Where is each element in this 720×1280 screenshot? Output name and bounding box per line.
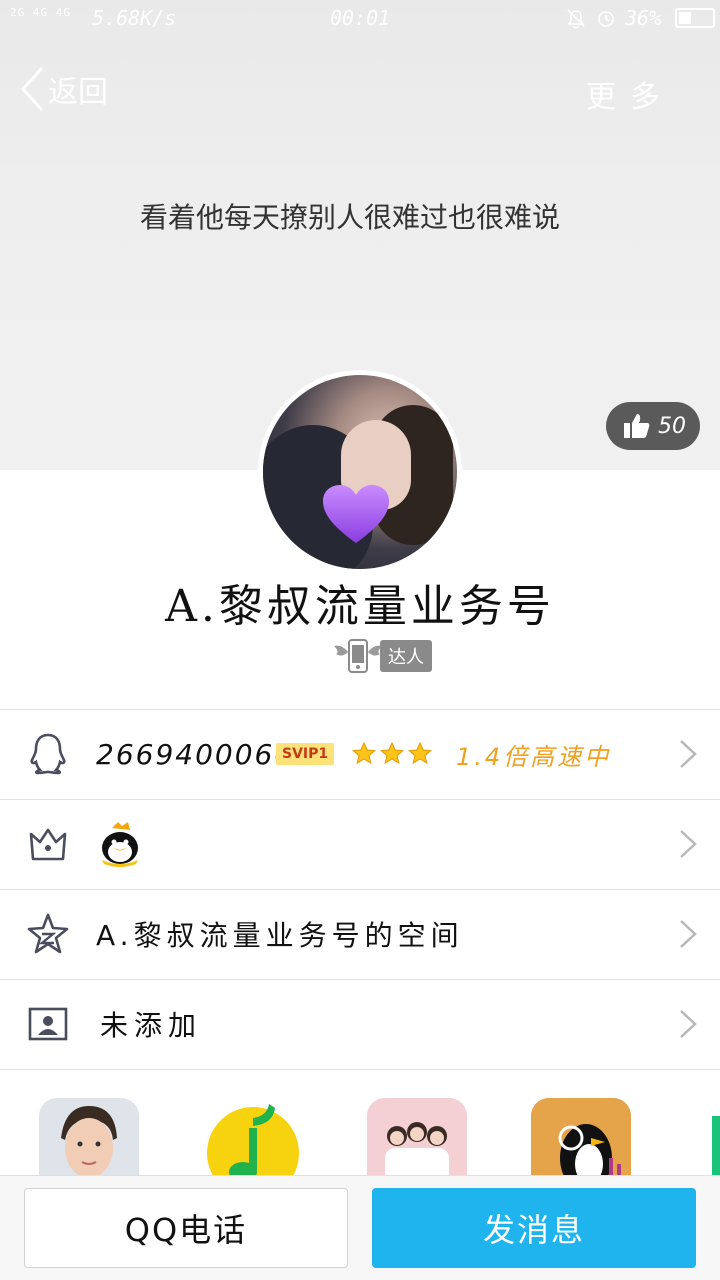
- back-chevron-icon: [20, 66, 44, 112]
- expert-badge[interactable]: 达人: [330, 636, 432, 676]
- avatar[interactable]: [258, 370, 462, 574]
- chevron-right-icon: [680, 740, 697, 768]
- nickname: A.黎叔流量业务号: [165, 581, 555, 632]
- crown-icon: [26, 822, 70, 866]
- chevron-right-icon: [680, 1010, 697, 1038]
- thumbs-up-icon: [624, 414, 650, 438]
- row-qzone[interactable]: A.黎叔流量业务号的空间: [0, 890, 720, 978]
- signal-indicator: 2G 4G 4G: [10, 6, 71, 19]
- mute-bell-icon: [567, 9, 585, 29]
- like-button[interactable]: 50: [606, 402, 700, 450]
- not-added-label: 未添加: [100, 1009, 203, 1042]
- yellow-penguin-icon: [102, 822, 138, 867]
- battery-percent: 36%: [625, 6, 662, 30]
- back-button[interactable]: 返回: [20, 66, 108, 112]
- network-speed: 5.68K/s: [92, 6, 177, 30]
- status-icons: 36%: [565, 6, 716, 30]
- bottom-action-bar: QQ电话 发消息: [0, 1175, 720, 1280]
- star-icon: [380, 742, 404, 765]
- winged-phone-icon: [334, 639, 382, 673]
- chevron-right-icon: [680, 920, 697, 948]
- favorite-apps: [0, 1098, 720, 1198]
- acceleration-status: 1.4倍高速中: [456, 742, 612, 771]
- level-stars: [352, 742, 432, 766]
- row-vip[interactable]: [0, 800, 720, 888]
- scroll-hint: [712, 1116, 720, 1176]
- qq-call-button[interactable]: QQ电话: [24, 1188, 348, 1268]
- battery-icon: [675, 8, 716, 28]
- send-message-button[interactable]: 发消息: [372, 1188, 696, 1268]
- badge-label: 达人: [380, 640, 432, 672]
- qq-number: 2669400060: [96, 737, 295, 771]
- chevron-right-icon: [680, 830, 697, 858]
- like-count: 50: [658, 413, 686, 439]
- personal-signature: 看着他每天撩别人很难过也很难说: [139, 201, 560, 234]
- qzone-label: A.黎叔流量业务号的空间: [96, 919, 464, 952]
- svip-badge: SVIP1: [276, 743, 335, 765]
- star-icon: [352, 742, 376, 765]
- clock: 00:01: [330, 6, 391, 30]
- status-bar: 2G 4G 4G 5.68K/s 00:01 36%: [0, 0, 720, 36]
- top-nav: 返回 更多: [0, 60, 720, 120]
- row-qq-number[interactable]: 2669400060 SVIP1 1.4倍高速中: [0, 710, 720, 798]
- purple-heart-icon: [323, 485, 389, 543]
- more-button[interactable]: 更多: [586, 72, 674, 116]
- star-outline-icon: [26, 912, 70, 956]
- row-profile-card[interactable]: 未添加: [0, 980, 720, 1068]
- contact-card-icon: [26, 1002, 70, 1046]
- divider: [0, 1069, 720, 1070]
- back-label: 返回: [48, 75, 108, 110]
- penguin-icon: [26, 732, 70, 776]
- star-icon: [408, 742, 432, 765]
- alarm-icon: [598, 11, 614, 27]
